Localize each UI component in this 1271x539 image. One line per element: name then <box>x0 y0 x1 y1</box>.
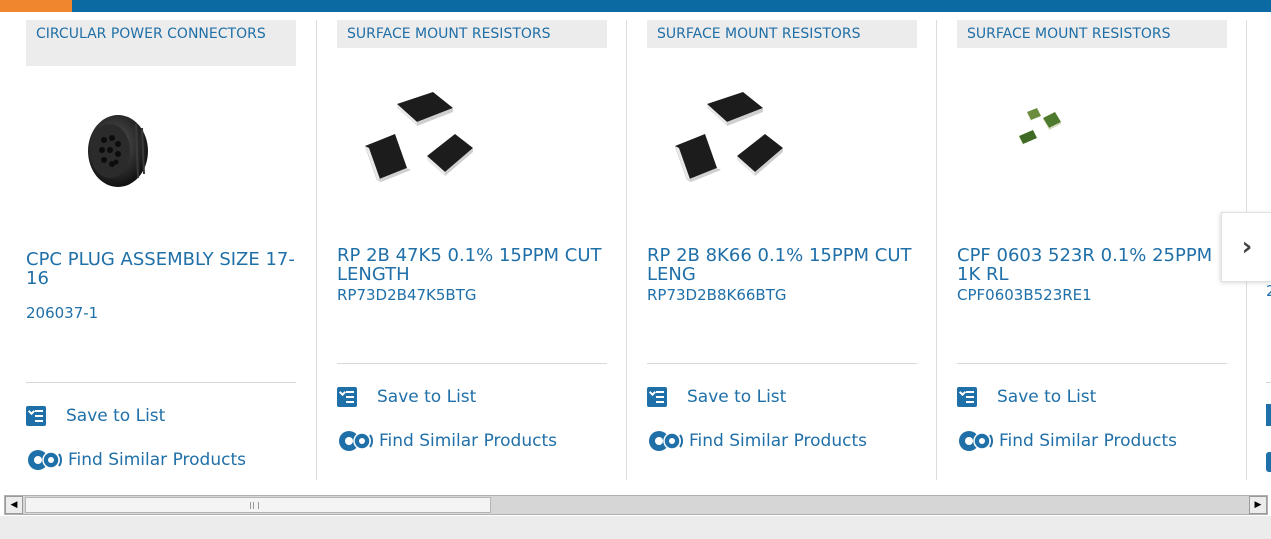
product-category[interactable]: SURFACE MOUNT RESISTORS <box>647 20 917 48</box>
product-title[interactable]: CPC PLUG ASSEMBLY SIZE 17-16 <box>26 250 296 288</box>
save-to-list-label: Save to List <box>66 406 166 426</box>
product-category[interactable]: SURFACE MOUNT RESISTORS <box>337 20 607 48</box>
product-part-number[interactable]: RP73D2B47K5BTG <box>337 286 607 304</box>
carousel-next-button[interactable]: › <box>1221 212 1271 282</box>
find-similar-label: Find Similar Products <box>999 431 1177 451</box>
product-title[interactable]: RP 2B 47K5 0.1% 15PPM CUT LENGTH <box>337 246 607 284</box>
list-check-icon <box>957 387 977 407</box>
card-divider <box>337 363 607 364</box>
find-similar-button[interactable]: Find Similar Products <box>337 429 557 453</box>
top-accent-highlight <box>0 0 72 12</box>
find-similar-label: Find Similar Products <box>68 450 246 470</box>
product-image[interactable] <box>337 68 607 218</box>
gears-icon <box>339 431 373 451</box>
gears-icon <box>959 431 993 451</box>
list-check-icon <box>26 406 46 426</box>
product-carousel: CIRCULAR POWER CONNECTORS CPC PLUG ASSEM… <box>0 12 1271 487</box>
bottom-panel <box>0 516 1271 539</box>
product-part-number[interactable]: CPF0603B523RE1 <box>957 286 1227 304</box>
find-similar-label: Find Similar Products <box>379 431 557 451</box>
card-divider <box>647 363 917 364</box>
product-part-number-partial[interactable]: 2 <box>1266 282 1271 300</box>
find-similar-button[interactable]: Find Similar Products <box>957 429 1177 453</box>
list-check-icon <box>647 387 667 407</box>
product-card: CIRCULAR POWER CONNECTORS CPC PLUG ASSEM… <box>26 20 296 480</box>
gears-icon <box>28 450 62 470</box>
product-image[interactable] <box>647 68 917 218</box>
save-to-list-label: Save to List <box>997 387 1097 407</box>
product-category[interactable]: CIRCULAR POWER CONNECTORS <box>26 20 296 66</box>
scroll-right-arrow-icon[interactable]: ▶ <box>1249 496 1267 514</box>
product-card: SURFACE MOUNT RESISTORS CPF 0603 523R 0.… <box>936 20 1227 480</box>
gears-icon-partial[interactable] <box>1266 452 1271 472</box>
product-part-number[interactable]: RP73D2B8K66BTG <box>647 286 917 304</box>
save-to-list-button[interactable]: Save to List <box>26 404 165 428</box>
card-divider-partial <box>1266 382 1271 383</box>
product-image[interactable] <box>957 68 1227 218</box>
save-to-list-button[interactable]: Save to List <box>337 385 476 409</box>
save-to-list-label: Save to List <box>687 387 787 407</box>
chevron-right-icon: › <box>1241 232 1253 262</box>
scrollbar-thumb[interactable] <box>25 497 491 513</box>
product-part-number[interactable]: 206037-1 <box>26 304 296 322</box>
find-similar-button[interactable]: Find Similar Products <box>26 448 246 472</box>
top-accent-bar <box>0 0 1271 12</box>
save-to-list-button[interactable]: Save to List <box>647 385 786 409</box>
list-check-icon-partial[interactable] <box>1266 404 1271 426</box>
card-divider <box>957 363 1227 364</box>
product-image[interactable] <box>26 80 296 230</box>
card-divider <box>26 382 296 383</box>
find-similar-label: Find Similar Products <box>689 431 867 451</box>
gears-icon <box>649 431 683 451</box>
save-to-list-label: Save to List <box>377 387 477 407</box>
product-category[interactable]: SURFACE MOUNT RESISTORS <box>957 20 1227 48</box>
find-similar-button[interactable]: Find Similar Products <box>647 429 867 453</box>
product-title[interactable]: CPF 0603 523R 0.1% 25PPM 1K RL <box>957 246 1227 284</box>
product-title[interactable]: RP 2B 8K66 0.1% 15PPM CUT LENG <box>647 246 917 284</box>
product-card: SURFACE MOUNT RESISTORS <box>626 20 917 480</box>
product-card: SURFACE MOUNT RESISTORS <box>316 20 607 480</box>
horizontal-scrollbar[interactable]: ◀ ▶ <box>4 495 1268 515</box>
scroll-left-arrow-icon[interactable]: ◀ <box>5 496 23 514</box>
scrollbar-grip-icon <box>250 502 259 509</box>
save-to-list-button[interactable]: Save to List <box>957 385 1096 409</box>
list-check-icon <box>337 387 357 407</box>
